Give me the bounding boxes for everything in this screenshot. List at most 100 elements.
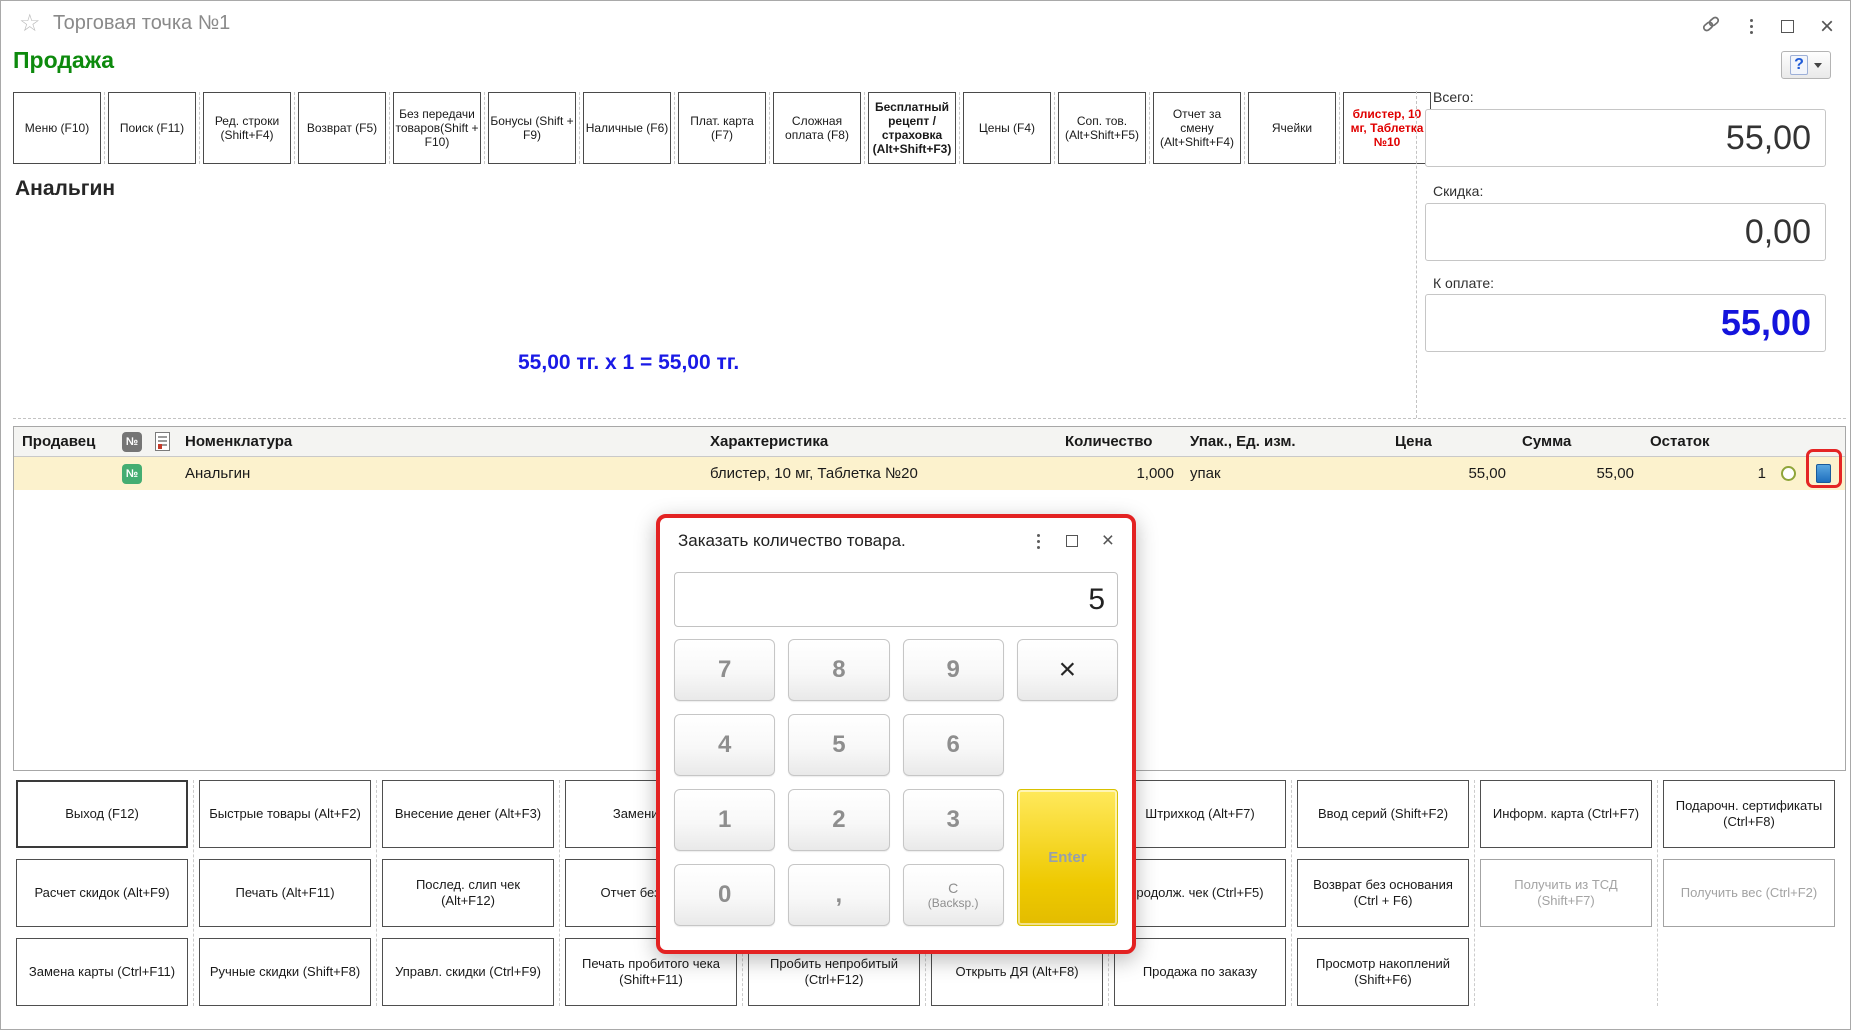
table-row[interactable]: № Анальгин блистер, 10 мг, Таблетка №20 … [14, 457, 1845, 490]
col-price: Цена [1387, 427, 1514, 456]
col-seller: Продавец [14, 427, 117, 456]
bottom-button-continue-receipt[interactable]: родолж. чек (Ctrl+F5) [1114, 859, 1286, 927]
bottom-button-return-no-reason[interactable]: Возврат без основания (Ctrl + F6) [1297, 859, 1469, 927]
toolbar-button-no-transfer[interactable]: Без передачи товаров(Shift + F10) [393, 92, 481, 164]
help-button[interactable]: ? [1781, 51, 1831, 79]
help-icon: ? [1790, 55, 1808, 75]
window-title: Торговая точка №1 [53, 12, 230, 35]
numpad-comma[interactable]: , [788, 864, 889, 926]
bottom-button-discount-calc[interactable]: Расчет скидок (Alt+F9) [16, 859, 188, 927]
dialog-title: Заказать количество товара. [678, 531, 906, 551]
bottom-button-sale-by-order[interactable]: Продажа по заказу [1114, 938, 1286, 1006]
numpad-multiply[interactable]: × [1017, 639, 1118, 701]
chevron-down-icon [1814, 63, 1822, 68]
numpad-enter[interactable]: Enter [1017, 789, 1118, 926]
toolbar-button-cash[interactable]: Наличные (F6) [583, 92, 671, 164]
more-icon[interactable] [1035, 532, 1042, 551]
product-heading: Анальгин [15, 177, 115, 201]
cell-characteristic: блистер, 10 мг, Таблетка №20 [702, 457, 1057, 490]
toolbar-button-payment-card[interactable]: Плат. карта (F7) [678, 92, 766, 164]
toolbar-button-shift-report[interactable]: Отчет за смену (Alt+Shift+F4) [1153, 92, 1241, 164]
bottom-button-quick-goods[interactable]: Быстрые товары (Alt+F2) [199, 780, 371, 848]
numpad-5[interactable]: 5 [788, 714, 889, 776]
toolbar-button-search[interactable]: Поиск (F11) [108, 92, 196, 164]
numpad-2[interactable]: 2 [788, 789, 889, 851]
maximize-icon[interactable] [1066, 535, 1078, 547]
toolbar-button-cells[interactable]: Ячейки [1248, 92, 1336, 164]
close-icon[interactable]: × [1102, 532, 1114, 550]
quantity-input[interactable] [674, 572, 1118, 627]
page-title: Продажа [13, 47, 114, 74]
more-icon[interactable] [1748, 17, 1755, 36]
col-quantity: Количество [1057, 427, 1182, 456]
backspace-sublabel: (Backsp.) [928, 896, 979, 910]
bottom-button-managed-discounts[interactable]: Управл. скидки (Ctrl+F9) [382, 938, 554, 1006]
bottom-button-deposit-money[interactable]: Внесение денег (Alt+F3) [382, 780, 554, 848]
bottom-button-exit[interactable]: Выход (F12) [16, 780, 188, 848]
bottom-button-info-card[interactable]: Информ. карта (Ctrl+F7) [1480, 780, 1652, 848]
cell-nomenclature: Анальгин [177, 457, 702, 490]
cell-price: 55,00 [1387, 457, 1514, 490]
total-label: Всего: [1433, 89, 1474, 105]
due-value: 55,00 [1425, 294, 1826, 352]
bottom-button-card-replace[interactable]: Замена карты (Ctrl+F11) [16, 938, 188, 1006]
window-titlebar: ☆ Торговая точка №1 × [1, 1, 1850, 47]
app-window: ☆ Торговая точка №1 × Продажа ? Меню (F1… [0, 0, 1851, 1030]
bottom-button-manual-discounts[interactable]: Ручные скидки (Shift+F8) [199, 938, 371, 1006]
cell-number: № [117, 457, 147, 490]
discount-label: Скидка: [1433, 183, 1483, 199]
toolbar-button-edit-line[interactable]: Ред. строки (Shift+F4) [203, 92, 291, 164]
toolbar-button-related-goods[interactable]: Соп. тов. (Alt+Shift+F5) [1058, 92, 1146, 164]
toolbar-button-bonuses[interactable]: Бонусы (Shift + F9) [488, 92, 576, 164]
numpad-backspace[interactable]: С (Backsp.) [903, 864, 1004, 926]
document-icon [155, 432, 170, 451]
numpad-8[interactable]: 8 [788, 639, 889, 701]
dialog-titlebar: Заказать количество товара. × [660, 518, 1132, 564]
toolbar-button-return[interactable]: Возврат (F5) [298, 92, 386, 164]
annotation-highlight [1806, 449, 1842, 488]
bottom-button-barcode[interactable]: Штрихкод (Alt+F7) [1114, 780, 1286, 848]
close-icon[interactable]: × [1820, 18, 1834, 36]
numpad-3[interactable]: 3 [903, 789, 1004, 851]
numpad-6[interactable]: 6 [903, 714, 1004, 776]
dashed-separator [1416, 91, 1417, 418]
bottom-button-print[interactable]: Печать (Alt+F11) [199, 859, 371, 927]
cell-quantity: 1,000 [1057, 457, 1182, 490]
bottom-button-series-input[interactable]: Ввод серий (Shift+F2) [1297, 780, 1469, 848]
number-badge-icon: № [122, 432, 142, 452]
numpad-4[interactable]: 4 [674, 714, 775, 776]
toolbar-button-menu[interactable]: Меню (F10) [13, 92, 101, 164]
link-icon[interactable] [1700, 13, 1722, 40]
numpad-7[interactable]: 7 [674, 639, 775, 701]
col-document [147, 427, 177, 456]
window-controls: × [1700, 13, 1834, 40]
col-status [1774, 427, 1802, 456]
numpad-9[interactable]: 9 [903, 639, 1004, 701]
numpad: 7 8 9 × 4 5 6 1 2 3 Enter 0 , С (Backsp.… [674, 639, 1118, 926]
col-unit: Упак., Ед. изм. [1182, 427, 1387, 456]
cell-status [1774, 457, 1802, 490]
toolbar-button-product-variant[interactable]: блистер, 10 мг, Таблетка №10 [1343, 92, 1431, 164]
toolbar: Меню (F10) Поиск (F11) Ред. строки (Shif… [13, 92, 1438, 164]
table-header: Продавец № Номенклатура Характеристика К… [14, 427, 1845, 457]
bottom-button-get-weight: Получить вес (Ctrl+F2) [1663, 859, 1835, 927]
bottom-button-view-savings[interactable]: Просмотр накоплений (Shift+F6) [1297, 938, 1469, 1006]
col-sum: Сумма [1514, 427, 1642, 456]
backspace-label: С [948, 880, 958, 896]
col-characteristic: Характеристика [702, 427, 1057, 456]
toolbar-button-free-prescription[interactable]: Бесплатный рецепт / страховка (Alt+Shift… [868, 92, 956, 164]
toolbar-button-complex-payment[interactable]: Сложная оплата (F8) [773, 92, 861, 164]
due-label: К оплате: [1433, 275, 1494, 291]
bottom-button-last-slip[interactable]: Послед. слип чек (Alt+F12) [382, 859, 554, 927]
quantity-dialog: Заказать количество товара. × 7 8 9 × 4 … [656, 514, 1136, 954]
favorite-star-icon[interactable]: ☆ [19, 9, 41, 38]
maximize-icon[interactable] [1781, 20, 1794, 33]
numpad-1[interactable]: 1 [674, 789, 775, 851]
dialog-controls: × [1035, 532, 1114, 551]
toolbar-button-prices[interactable]: Цены (F4) [963, 92, 1051, 164]
numpad-0[interactable]: 0 [674, 864, 775, 926]
price-calc-line: 55,00 тг. х 1 = 55,00 тг. [518, 351, 739, 375]
cell-sum: 55,00 [1514, 457, 1642, 490]
cell-seller [14, 457, 117, 490]
bottom-button-gift-certificates[interactable]: Подарочн. сертификаты (Ctrl+F8) [1663, 780, 1835, 848]
